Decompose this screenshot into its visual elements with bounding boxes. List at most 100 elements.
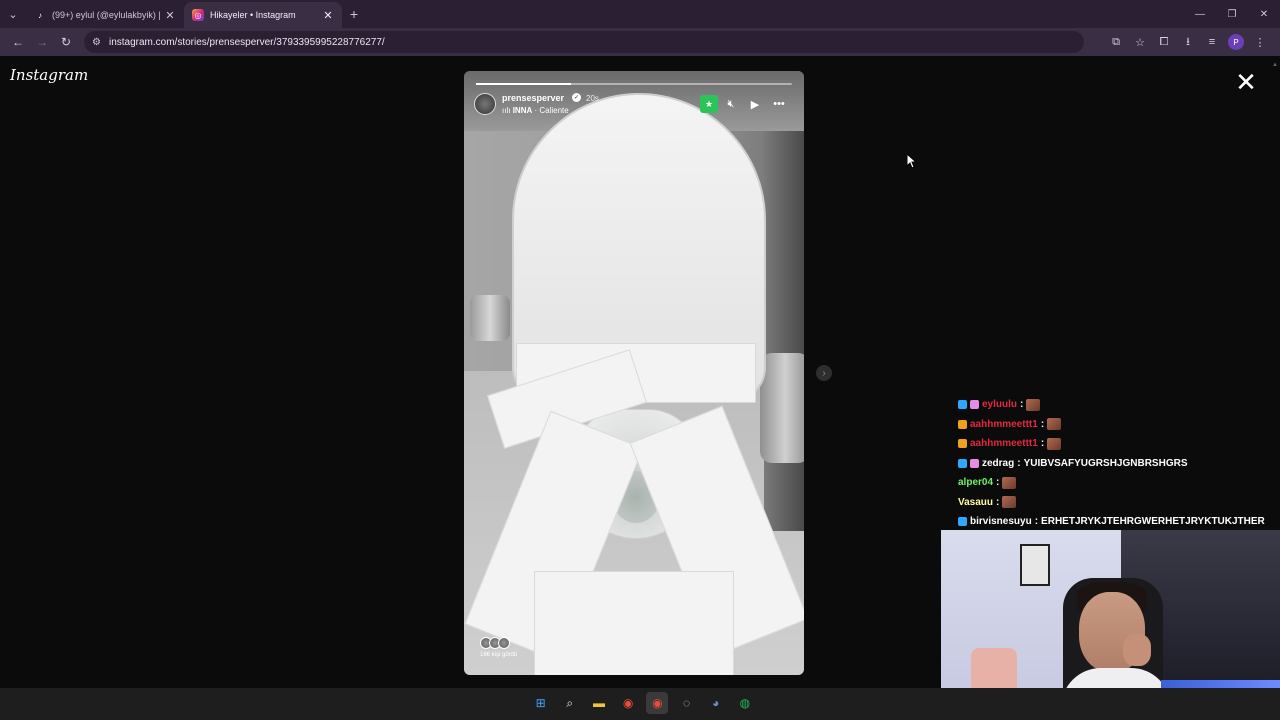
taskbar: ⊞ ⌕ ▬ ◉ ◉ ◌ ◕ ◍ [0, 688, 1280, 720]
instagram-logo[interactable]: Instagram [10, 66, 88, 84]
tab-title: Hikayeler • Instagram [210, 10, 296, 20]
webcam-poster [1020, 544, 1050, 586]
chat-username: aahhmmeettt1 [970, 438, 1038, 450]
mouse-cursor-icon [906, 153, 918, 169]
chat-separator: : [1034, 516, 1039, 528]
chat-message: Vasauu: [958, 493, 1278, 513]
windows-start-icon[interactable]: ⊞ [530, 692, 552, 714]
story-viewers[interactable]: 166 kişi gördü [480, 637, 517, 658]
chat-text: ERHETJRYKJTEHRGWERHETJRYKTUKJTHER [1041, 516, 1265, 528]
address-bar[interactable]: ⚙ instagram.com/stories/prensesperver/37… [84, 31, 1084, 53]
taskbar-icons: ⊞ ⌕ ▬ ◉ ◉ ◌ ◕ ◍ [526, 692, 760, 714]
chat-badge-icon [958, 439, 967, 449]
chat-separator: : [1040, 418, 1045, 430]
avatar[interactable] [474, 93, 496, 115]
chat-separator: : [1017, 457, 1021, 469]
install-app-icon[interactable]: ⧉ [1104, 30, 1128, 54]
story-progress-fill [476, 83, 571, 85]
chat-message: aahhmmeettt1: [958, 415, 1278, 435]
verified-badge-icon: ✓ [572, 93, 581, 102]
viewer-avatars [480, 637, 517, 649]
chat-username: aahhmmeettt1 [970, 418, 1038, 430]
discord-icon[interactable]: ◕ [705, 692, 727, 714]
music-song: · Caliente [534, 106, 569, 115]
chat-badge-icon [970, 400, 979, 410]
story-photo-shadow [764, 131, 804, 531]
tab-title: (99+) eylul (@eylulakbyik) | TikT [52, 10, 160, 20]
story-username[interactable]: prensesperver [502, 93, 564, 103]
avatar [498, 637, 510, 649]
tab-search-button[interactable]: ⌄ [0, 0, 26, 28]
chat-message: aahhmmeettt1: [958, 434, 1278, 454]
toolbar: ← → ↻ ⚙ instagram.com/stories/prensesper… [0, 28, 1280, 56]
chat-separator: : [996, 477, 1000, 489]
chat-username: eyluulu [982, 399, 1018, 411]
file-explorer-icon[interactable]: ▬ [588, 692, 610, 714]
close-story-icon[interactable]: ✕ [1234, 68, 1258, 96]
tab-close-icon[interactable]: ✕ [164, 9, 176, 22]
media-controls-icon[interactable]: ≡ [1200, 30, 1224, 54]
chat-message: eyluulu: [958, 395, 1278, 415]
chat-emote-icon [1002, 496, 1017, 509]
story-photo-bin [760, 353, 804, 463]
story-viewer[interactable]: prensesperver ✓ 20s ıılı INNA · Caliente… [464, 71, 804, 675]
play-icon[interactable]: ▶ [744, 95, 766, 113]
toolbar-actions: ⧉ ☆ ⧠ ⭳ ≡ P ⋮ [1104, 30, 1272, 54]
close-window-icon[interactable]: ✕ [1248, 0, 1280, 28]
minimize-icon[interactable]: — [1184, 0, 1216, 28]
site-info-icon[interactable]: ⚙ [92, 37, 101, 48]
chrome-icon[interactable]: ◉ [617, 692, 639, 714]
chat-separator: : [1020, 399, 1024, 411]
story-music[interactable]: ıılı INNA · Caliente [502, 106, 569, 115]
story-controls: ★ 🔇︎ ▶ ••• [698, 95, 790, 113]
story-time: 20s [586, 94, 599, 103]
story-header: prensesperver ✓ 20s ıılı INNA · Caliente… [474, 91, 794, 119]
story-photo-pipe [470, 295, 510, 341]
profile-avatar[interactable]: P [1228, 34, 1244, 50]
back-icon[interactable]: ← [6, 30, 30, 54]
chat-emote-icon [1026, 398, 1041, 411]
chat-message: alper04: [958, 473, 1278, 493]
download-icon[interactable]: ⭳ [1176, 30, 1200, 54]
chat-emote-icon [1047, 437, 1062, 450]
mute-icon[interactable]: 🔇︎ [720, 95, 742, 113]
music-bars-icon: ıılı [502, 106, 511, 115]
new-tab-button[interactable]: + [342, 6, 366, 22]
tab-close-icon[interactable]: ✕ [322, 9, 334, 22]
app-icon[interactable]: ◌ [676, 692, 698, 714]
chat-badge-icon [958, 419, 967, 429]
chat-message: zedrag: YUIBVSAFYUGRSHJGNBRSHGRS [958, 454, 1278, 474]
forward-icon[interactable]: → [30, 30, 54, 54]
extensions-icon[interactable]: ⧠ [1152, 30, 1176, 54]
spotify-icon[interactable]: ◍ [734, 692, 756, 714]
tiktok-icon: ♪ [38, 10, 42, 20]
url-text: instagram.com/stories/prensesperver/3793… [108, 36, 385, 48]
story-progress-bar [476, 83, 792, 85]
tab-strip: ⌄ ♪ (99+) eylul (@eylulakbyik) | TikT ✕ … [0, 0, 1280, 28]
search-icon[interactable]: ⌕ [559, 692, 581, 714]
restore-icon[interactable]: ❐ [1216, 0, 1248, 28]
story-photo-paper [534, 571, 734, 675]
chat-username: Vasauu [958, 496, 994, 508]
bookmark-star-icon[interactable]: ☆ [1128, 30, 1152, 54]
tab-tiktok[interactable]: ♪ (99+) eylul (@eylulakbyik) | TikT ✕ [26, 2, 184, 28]
chat-message: birvisnesuyu: ERHETJRYKJTEHRGWERHETJRYKTU… [958, 512, 1278, 532]
chat-badge-icon [970, 458, 979, 468]
chat-username: alper04 [958, 477, 994, 489]
chat-badge-icon [958, 400, 967, 410]
next-story-chevron-icon[interactable]: › [816, 365, 832, 381]
chat-username: zedrag [982, 457, 1015, 469]
music-artist: INNA [512, 106, 533, 115]
more-options-icon[interactable]: ••• [768, 95, 790, 113]
chrome-active-icon[interactable]: ◉ [646, 692, 669, 714]
window-controls: — ❐ ✕ [1184, 0, 1280, 28]
reload-icon[interactable]: ↻ [54, 30, 78, 54]
tab-instagram[interactable]: ◎ Hikayeler • Instagram ✕ [184, 2, 342, 28]
chat-separator: : [996, 496, 1000, 508]
viewers-count: 166 kişi gördü [480, 652, 518, 658]
menu-kebab-icon[interactable]: ⋮ [1248, 30, 1272, 54]
stream-chat: eyluulu: aahhmmeettt1: aahhmmeettt1: zedrag… [958, 395, 1278, 532]
scroll-up-arrow-icon[interactable]: ▲ [1272, 62, 1278, 68]
close-friends-star-icon: ★ [700, 95, 718, 113]
chat-badge-icon [958, 517, 967, 527]
